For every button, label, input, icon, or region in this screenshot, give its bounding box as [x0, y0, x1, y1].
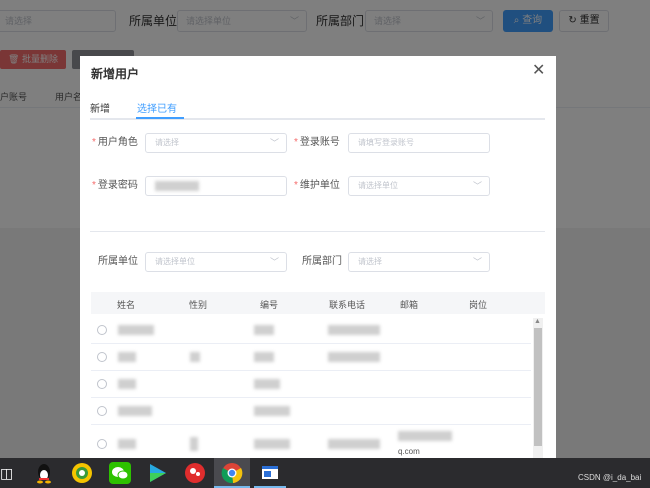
number-cell [254, 379, 280, 389]
qq-icon[interactable] [33, 462, 55, 484]
table-row[interactable] [91, 398, 531, 425]
name-cell [118, 379, 136, 389]
column-header-phone: 联系电话 [329, 300, 366, 310]
search-dept-placeholder: 请选择 [358, 257, 382, 266]
gender-cell [190, 437, 198, 451]
chrome-icon[interactable] [221, 462, 243, 484]
window-app-icon[interactable] [259, 462, 281, 484]
required-mark: * [92, 137, 96, 148]
number-cell [254, 325, 274, 335]
scroll-up-icon[interactable]: ▲ [534, 318, 541, 325]
row-radio[interactable] [97, 379, 107, 389]
scrollbar-thumb[interactable] [534, 328, 542, 446]
email-cell-text: q.com [398, 447, 420, 456]
maintain-unit-placeholder: 请选择单位 [358, 181, 398, 190]
name-cell [118, 325, 154, 335]
chevron-down-icon: ﹀ [269, 257, 279, 267]
login-account-input[interactable]: 请填写登录账号 [348, 133, 490, 153]
row-radio[interactable] [97, 439, 107, 449]
role-label-text: 用户角色 [97, 137, 138, 148]
account-label-text: 登录账号 [299, 137, 340, 148]
game-icon[interactable] [71, 462, 93, 484]
password-label: * 登录密码 [92, 176, 138, 196]
account-placeholder: 请填写登录账号 [358, 138, 414, 147]
column-header-email: 邮箱 [400, 300, 419, 310]
role-placeholder: 请选择 [155, 138, 179, 147]
table-row[interactable] [91, 371, 531, 398]
maintain-unit-label: * 维护单位 [294, 176, 340, 196]
chevron-down-icon: ﹀ [472, 181, 482, 191]
search-unit-placeholder: 请选择单位 [155, 257, 195, 266]
column-header-name: 姓名 [117, 300, 136, 310]
section-divider [90, 231, 545, 232]
row-radio[interactable] [97, 325, 107, 335]
csdn-watermark: CSDN @i_da_bai [578, 473, 642, 482]
windows-taskbar: ◫ [0, 458, 650, 488]
dialog-tabs: 新增 选择已有 [90, 96, 545, 120]
close-icon[interactable]: ✕ [532, 60, 545, 80]
chevron-down-icon: ﹀ [472, 257, 482, 267]
chevron-down-icon: ﹀ [269, 138, 279, 148]
table-row[interactable]: q.com [91, 425, 531, 460]
row-radio[interactable] [97, 352, 107, 362]
maintain-unit-label-text: 维护单位 [299, 180, 340, 191]
number-cell [254, 406, 290, 416]
maintain-unit-select[interactable]: 请选择单位 ﹀ [348, 176, 490, 196]
email-cell [398, 431, 452, 441]
column-header-number: 编号 [260, 300, 279, 310]
password-label-text: 登录密码 [97, 180, 138, 191]
table-header: 姓名 性别 编号 联系电话 邮箱 岗位 [91, 292, 545, 314]
search-dept-select[interactable]: 请选择 ﹀ [348, 252, 490, 272]
password-value-redacted [155, 181, 199, 191]
login-password-input[interactable] [145, 176, 287, 196]
dialog-title: 新增用户 [91, 67, 140, 81]
phone-cell [328, 352, 380, 362]
tab-select-existing[interactable]: 选择已有 [137, 100, 177, 115]
name-cell [118, 439, 136, 449]
column-header-position: 岗位 [469, 300, 488, 310]
phone-cell [328, 325, 380, 335]
search-unit-select[interactable]: 请选择单位 ﹀ [145, 252, 287, 272]
role-select[interactable]: 请选择 ﹀ [145, 133, 287, 153]
search-dept-label: 所属部门 [302, 256, 342, 267]
number-cell [254, 352, 274, 362]
required-mark: * [294, 180, 298, 191]
wechat-icon[interactable] [109, 462, 131, 484]
table-row[interactable] [91, 317, 531, 344]
red-app-icon[interactable] [184, 462, 206, 484]
task-view-icon[interactable]: ◫ [0, 462, 22, 484]
name-cell [118, 352, 136, 362]
role-label: * 用户角色 [92, 133, 138, 153]
account-label: * 登录账号 [294, 133, 340, 153]
gender-cell [190, 352, 200, 362]
active-tab-indicator [136, 117, 184, 119]
user-table: 姓名 性别 编号 联系电话 邮箱 岗位 q.com ▲ [91, 292, 545, 460]
search-unit-label: 所属单位 [98, 256, 138, 267]
number-cell [254, 439, 290, 449]
required-mark: * [92, 180, 96, 191]
phone-cell [328, 439, 380, 449]
name-cell [118, 406, 152, 416]
required-mark: * [294, 137, 298, 148]
column-header-gender: 性别 [189, 300, 208, 310]
add-user-dialog: 新增用户 ✕ 新增 选择已有 * 用户角色 请选择 ﹀ * 登录账号 请填写登录账号… [80, 56, 556, 460]
tab-new[interactable]: 新增 [90, 100, 110, 115]
row-radio[interactable] [97, 406, 107, 416]
table-row[interactable] [91, 344, 531, 371]
video-player-icon[interactable] [146, 462, 168, 484]
table-scrollbar[interactable]: ▲ [533, 318, 543, 460]
